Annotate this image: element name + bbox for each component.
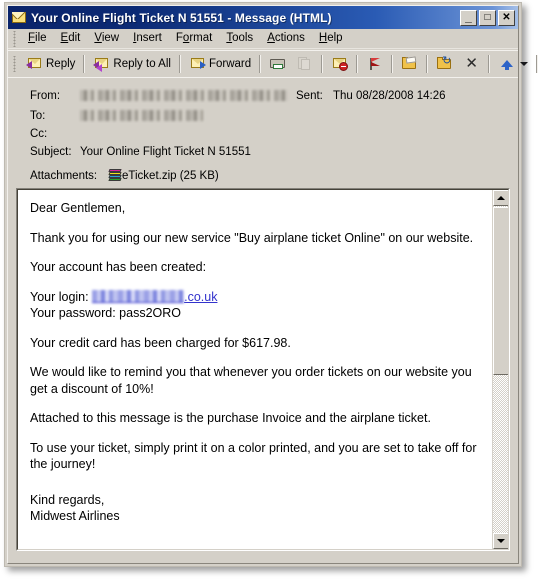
message-header-fields: From: Sent: Thu 08/28/2008 14:26 To: Cc:… — [8, 77, 518, 187]
login-redacted — [92, 289, 185, 303]
to-row: To: — [8, 110, 518, 126]
body-greeting: Dear Gentlemen, — [30, 201, 126, 215]
maximize-button[interactable]: □ — [479, 9, 496, 26]
toolbar-separator — [488, 54, 491, 73]
previous-item-button[interactable] — [493, 53, 533, 74]
body-paragraph-2: Your account has been created: — [30, 260, 207, 274]
copy-button[interactable] — [291, 53, 318, 74]
body-signature: Midwest Airlines — [30, 509, 120, 523]
envelope-icon — [11, 11, 27, 25]
body-paragraph-4: We would like to remind you that wheneve… — [30, 365, 472, 396]
flag-icon — [366, 56, 383, 71]
printer-icon — [269, 56, 286, 71]
toolbar-separator — [83, 54, 86, 73]
reply-all-icon — [93, 56, 110, 72]
scroll-up-icon — [497, 196, 505, 200]
block-sender-icon — [331, 56, 349, 71]
login-domain[interactable]: .co.uk — [184, 290, 217, 304]
minimize-icon: _ — [465, 9, 472, 24]
reply-all-label: Reply to All — [113, 57, 171, 70]
reply-all-button[interactable]: Reply to All — [88, 53, 176, 74]
body-signoff: Kind regards, — [30, 492, 105, 507]
menu-item-tools[interactable]: Tools — [219, 30, 260, 47]
move-to-folder-icon — [436, 56, 453, 71]
close-button[interactable]: ✕ — [498, 9, 515, 26]
from-value — [80, 90, 288, 102]
toolbar-separator — [391, 54, 394, 73]
print-button[interactable] — [264, 53, 291, 74]
maximize-icon: □ — [484, 11, 491, 23]
move-to-folder-button[interactable] — [431, 53, 458, 74]
open-folder-button[interactable] — [396, 53, 423, 74]
toolbar-separator — [321, 54, 324, 73]
close-icon: ✕ — [502, 11, 511, 23]
block-sender-button[interactable] — [326, 53, 353, 74]
subject-label: Subject: — [30, 146, 72, 158]
delete-button[interactable]: ✕ — [458, 53, 485, 74]
sent-value: Thu 08/28/2008 14:26 — [333, 90, 446, 102]
attachment-name[interactable]: eTicket.zip (25 KB) — [122, 170, 219, 182]
to-value — [80, 110, 203, 122]
body-paragraph-5: Attached to this message is the purchase… — [30, 411, 431, 425]
minimize-button[interactable]: _ — [460, 9, 477, 26]
body-paragraph-1: Thank you for using our new service "Buy… — [30, 230, 474, 245]
menu-item-format[interactable]: Format — [169, 30, 219, 47]
to-label: To: — [30, 110, 46, 122]
scroll-up-button[interactable] — [493, 190, 508, 206]
window-controls: _ □ ✕ — [460, 9, 516, 26]
menu-item-actions[interactable]: Actions — [260, 30, 312, 47]
copy-icon — [296, 56, 313, 71]
window-client-area: Your Online Flight Ticket N 51551 - Mess… — [7, 5, 538, 564]
forward-button[interactable]: Forward — [184, 53, 256, 74]
reply-icon — [26, 56, 43, 71]
toolbar-separator — [259, 54, 262, 73]
toolbar: Reply Reply to All Forward ↻ ✕ — [8, 50, 538, 76]
subject-row: Subject: Your Online Flight Ticket N 515… — [8, 146, 518, 162]
subject-value: Your Online Flight Ticket N 51551 — [80, 146, 251, 158]
title-bar[interactable]: Your Online Flight Ticket N 51551 - Mess… — [8, 6, 518, 29]
window-title: Your Online Flight Ticket N 51551 - Mess… — [31, 10, 332, 25]
menu-item-insert[interactable]: Insert — [126, 30, 169, 47]
scroll-down-icon — [497, 539, 505, 543]
password-line: Your password: pass2ORO — [30, 306, 182, 320]
menu-bar: FFileile Edit View Insert Format Tools A… — [8, 29, 518, 49]
body-paragraph-3: Your credit card has been charged for $6… — [30, 335, 291, 350]
attachments-row: Attachments: eTicket.zip (25 KB) — [8, 169, 518, 186]
from-row: From: Sent: Thu 08/28/2008 14:26 — [8, 90, 518, 106]
previous-item-icon — [498, 56, 515, 71]
chevron-down-icon[interactable] — [520, 61, 529, 66]
toolbar-separator — [426, 54, 429, 73]
message-window: Your Online Flight Ticket N 51551 - Mess… — [4, 2, 538, 567]
toolbar-separator — [178, 54, 181, 73]
body-paragraph-6: To use your ticket, simply print it on a… — [30, 440, 477, 472]
scroll-down-button[interactable] — [493, 533, 508, 549]
toolbar-drag-handle[interactable] — [11, 55, 19, 72]
login-label: Your login: — [30, 289, 89, 304]
body-credentials: Your login: .co.uk Your password: pass2O… — [30, 289, 484, 322]
from-label: From: — [30, 90, 61, 102]
cc-row: Cc: — [8, 128, 518, 144]
open-folder-icon — [401, 56, 418, 71]
menu-item-view[interactable]: View — [87, 30, 126, 47]
forward-label: Forward — [208, 57, 252, 70]
message-body-text: Dear Gentlemen, Thank you for using our … — [30, 200, 484, 525]
zip-archive-icon — [107, 169, 122, 184]
sent-label: Sent: — [296, 90, 323, 102]
menu-item-file[interactable]: FFileile — [21, 30, 54, 47]
menu-drag-handle[interactable] — [11, 30, 19, 47]
reply-button[interactable]: Reply — [21, 53, 80, 74]
delete-icon: ✕ — [465, 55, 478, 72]
cc-label: Cc: — [30, 128, 48, 140]
flag-button[interactable] — [361, 53, 388, 74]
attachments-label: Attachments: — [30, 170, 98, 182]
message-body-pane: Dear Gentlemen, Thank you for using our … — [16, 188, 510, 551]
toolbar-separator — [356, 54, 359, 73]
forward-icon — [189, 56, 206, 71]
body-vertical-scrollbar[interactable] — [492, 190, 508, 549]
menu-item-edit[interactable]: Edit — [54, 30, 88, 47]
reply-label: Reply — [46, 57, 76, 70]
message-body-area[interactable]: Dear Gentlemen, Thank you for using our … — [17, 189, 509, 550]
scrollbar-thumb[interactable] — [493, 207, 508, 375]
menu-item-help[interactable]: Help — [312, 30, 350, 47]
